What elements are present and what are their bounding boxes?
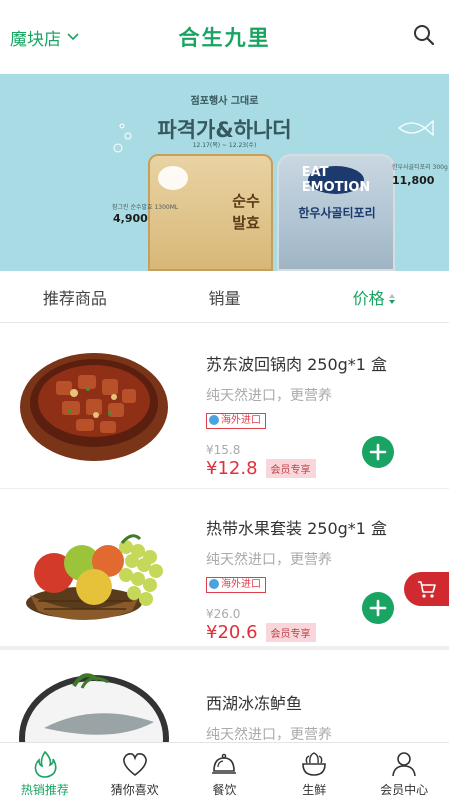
nav-member-label: 会员中心	[380, 783, 429, 797]
nav-dining[interactable]: 餐饮	[180, 743, 270, 800]
import-tag: 海外进口	[206, 413, 266, 429]
sort-price-label: 价格	[352, 288, 385, 308]
pkg1-price: 4,900	[113, 212, 148, 225]
product-package-1: 순수발효	[148, 154, 273, 271]
original-price: ¥26.0	[206, 607, 241, 621]
braised-pork-image	[20, 353, 168, 461]
pkg1-badge-shape	[158, 166, 188, 190]
search-icon	[414, 25, 435, 46]
nav-fresh[interactable]: 生鲜	[269, 743, 359, 800]
nav-hot[interactable]: 热销推荐	[0, 743, 90, 800]
sale-price: ¥12.8	[206, 458, 258, 479]
import-tag: 海外进口	[206, 577, 266, 593]
nav-dining-label: 餐饮	[212, 783, 237, 797]
cloche-icon	[212, 753, 237, 774]
product-info: 苏东波回锅肉 250g*1 盒 纯天然进口，更营养 海外进口 ¥15.8 ¥12…	[206, 351, 387, 479]
original-price: ¥15.8	[206, 443, 241, 457]
sort-arrows-icon	[388, 294, 395, 304]
import-tag-label: 海外进口	[221, 579, 261, 590]
sale-price: ¥20.6	[206, 622, 258, 643]
top-header: 魔块店 合生九里	[0, 0, 449, 74]
product-info: 西湖冰冻鲈鱼 纯天然进口，更营养	[206, 690, 332, 742]
floating-cart-button[interactable]	[404, 572, 449, 606]
globe-icon	[209, 415, 219, 425]
cart-icon	[417, 581, 436, 598]
pkg2-badge: EAT EMOTION	[301, 165, 371, 195]
product-desc: 纯天然进口，更营养	[206, 552, 332, 568]
product-name[interactable]: 西湖冰冻鲈鱼	[206, 690, 332, 714]
bottom-nav: 热销推荐 猜你喜欢 餐饮 生鲜 会员中心	[0, 742, 449, 800]
fish-decoration-icon	[397, 119, 434, 137]
fruit-basket-image	[26, 534, 163, 620]
product-desc: 纯天然进口，更营养	[206, 388, 332, 404]
sort-recommended[interactable]: 推荐商品	[0, 285, 150, 309]
product-package-2: EAT EMOTION 한우사골티포리	[277, 154, 395, 271]
sort-bar: 推荐商品 销量 价格	[0, 271, 449, 323]
pkg1-text: 순수발효	[232, 192, 260, 232]
member-badge: 会员专享	[265, 459, 316, 478]
store-name: 魔块店	[10, 29, 61, 50]
product-name[interactable]: 热带水果套装 250g*1 盒	[206, 515, 387, 539]
nav-fresh-label: 生鲜	[302, 783, 327, 797]
add-to-cart-button[interactable]	[362, 592, 394, 624]
banner-subtitle: 점포행사 그대로	[190, 96, 259, 107]
pkg2-price: 11,800	[392, 174, 435, 187]
nav-hot-label: 热销推荐	[20, 783, 69, 797]
brand-logo: 合生九里	[178, 26, 271, 50]
banner-date: 12.17(목) ~ 12.23(수)	[192, 142, 257, 149]
product-info: 热带水果套装 250g*1 盒 纯天然进口，更营养 海外进口 ¥26.0 ¥20…	[206, 515, 387, 643]
app-root: 魔块店 合生九里 점포행사 그대로 파격가&하나더 12.17(목) ~ 12.…	[0, 0, 449, 800]
product-list: 苏东波回锅肉 250g*1 盒 纯天然进口，更营养 海外进口 ¥15.8 ¥12…	[0, 323, 449, 742]
store-selector[interactable]: 魔块店	[10, 25, 79, 50]
plus-icon	[369, 599, 387, 617]
pkg1-note: 참그린 순수발효 1300ML	[112, 204, 179, 211]
add-to-cart-button[interactable]	[362, 436, 394, 468]
plus-icon	[369, 443, 387, 461]
frozen-fish-image	[19, 673, 169, 742]
globe-icon	[209, 579, 219, 589]
pkg2-text: 한우사골티포리	[298, 206, 376, 220]
nav-member[interactable]: 会员中心	[359, 743, 449, 800]
promo-banner[interactable]: 점포행사 그대로 파격가&하나더 12.17(목) ~ 12.23(수) 순수발…	[0, 74, 449, 271]
product-name[interactable]: 苏东波回锅肉 250g*1 盒	[206, 351, 387, 375]
flame-icon	[34, 750, 57, 778]
chevron-down-icon	[67, 33, 79, 41]
import-tag-label: 海外进口	[221, 415, 261, 426]
sort-price[interactable]: 价格	[299, 285, 449, 309]
user-icon	[392, 752, 416, 777]
produce-bowl-icon	[302, 752, 327, 776]
bubble-decoration-icon	[113, 123, 132, 153]
search-button[interactable]	[413, 24, 435, 50]
member-badge: 会员专享	[265, 623, 316, 642]
product-card-3[interactable]: 西湖冰冻鲈鱼 纯天然进口，更营养	[0, 650, 449, 742]
product-desc: 纯天然进口，更营养	[206, 727, 332, 742]
price-row: ¥12.8 会员专享	[206, 458, 387, 479]
nav-like[interactable]: 猜你喜欢	[90, 743, 180, 800]
pkg2-note: 한우사골티포리 300g	[392, 164, 448, 171]
sort-sales[interactable]: 销量	[150, 285, 300, 309]
price-row: ¥20.6 会员专享	[206, 622, 387, 643]
nav-like-label: 猜你喜欢	[110, 783, 159, 797]
heart-icon	[122, 753, 147, 777]
